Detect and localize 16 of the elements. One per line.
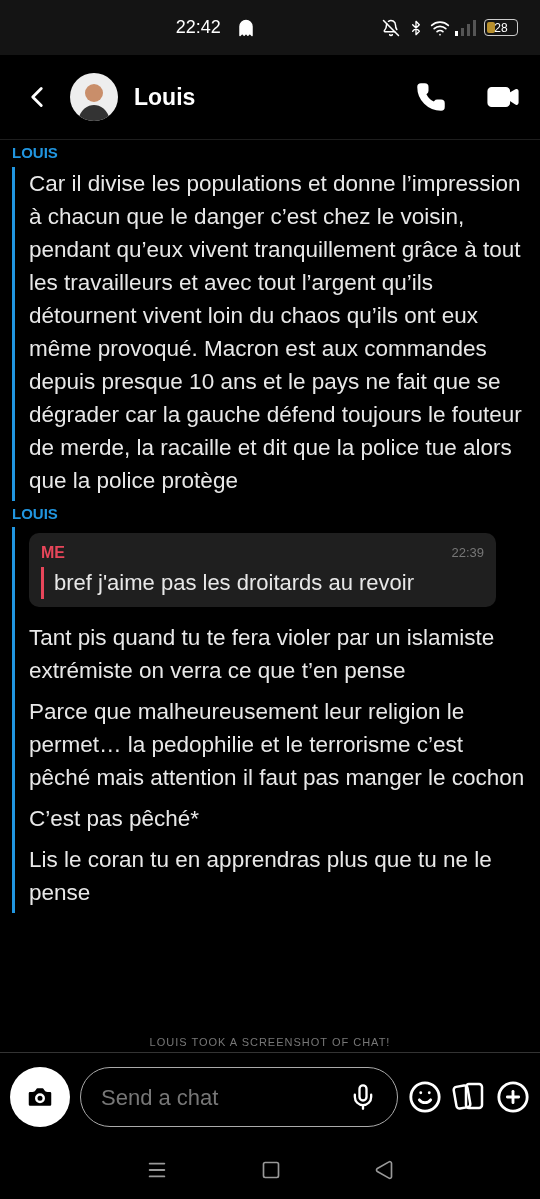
quote-sender: ME [41,543,65,563]
message-text: Parce que malheureusement leur religion le permet… la pedophilie et le terrorisme c’est pêché mais attention il faut pas manger le cochon [29,698,526,792]
quoted-message[interactable]: ME 22:39 bref j'aime pas les droitards au revoir [29,533,496,607]
chat-input[interactable]: Send a chat [101,1080,349,1114]
battery-icon: 28 [484,19,518,36]
status-time: 22:42 [175,16,221,39]
message-text: Car il divise les populations et donne l’impression à chacun que le danger c’est chez le voisin, pendant qu’eux vivent tranquillement grâce à tout les travailleurs et avec tout l’argent qu’ils détournent vivent loin du chaos qu’ils ont eux même provoqué. Macron est aux commandes depuis presque 10 ans et le pays ne fait que se dégrader car la gauche défend toujours le fouteur de merde, la racaille et dit que la police tue alors que la police protège [29,169,523,495]
message-text: Tant pis quand tu te fera violer par un islamiste extrémiste on verra ce que t’en pense [29,624,496,685]
sender-name: LOUIS [12,143,59,163]
screenshot-notice: LOUIS TOOK A SCREENSHOT OF CHAT! [149,1034,391,1050]
quote-text: bref j'aime pas les droitards au revoir [54,569,415,597]
message-text: C’est pas pêché* [29,805,201,833]
sender-name: LOUIS [12,503,59,524]
message-text: Lis le coran tu en apprendras plus que tu ne le pense [29,846,493,907]
contact-name[interactable]: Louis [134,79,196,115]
quote-time: 22:39 [451,544,484,563]
